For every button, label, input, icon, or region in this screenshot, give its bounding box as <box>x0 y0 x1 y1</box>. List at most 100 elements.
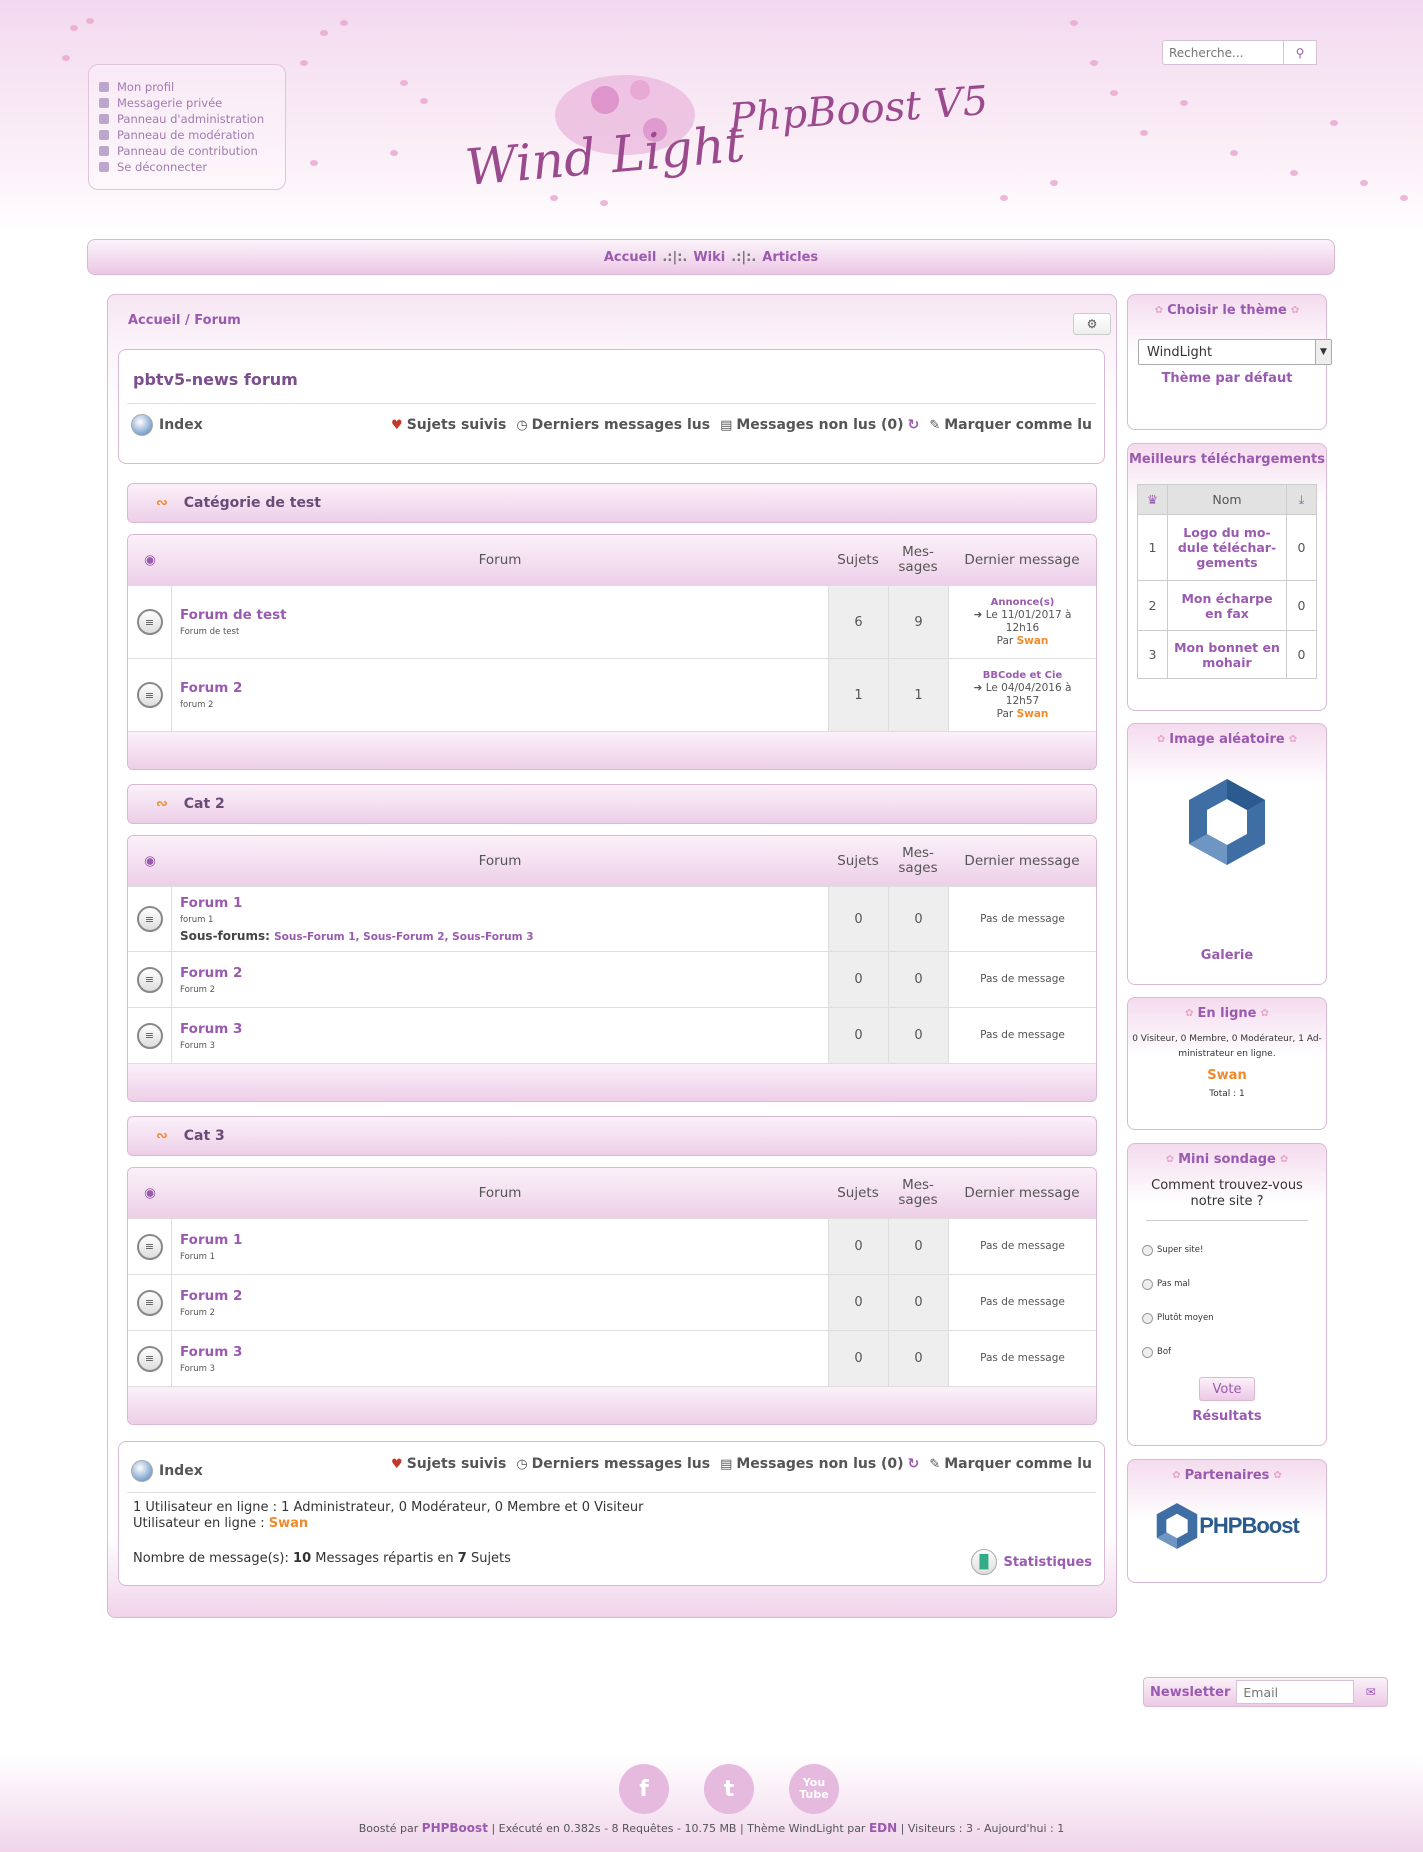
last-message: BBCode et Cie ➜ Le 04/04/2016 à 12h57 Pa… <box>948 659 1096 731</box>
user-menu-messages[interactable]: Messagerie privée <box>99 95 285 111</box>
main-nav: Accueil .:|:. Wiki .:|:. Articles <box>87 239 1335 275</box>
nav-item-articles[interactable]: Articles <box>762 250 818 265</box>
newsletter-submit-button[interactable]: ✉ <box>1354 1680 1387 1704</box>
forum-link[interactable]: Forum 3 <box>180 1021 820 1037</box>
envelope-icon: ✉ <box>1365 1685 1376 1699</box>
twitter-icon[interactable]: t <box>704 1764 754 1814</box>
forum-icon: ≡ <box>136 1345 163 1372</box>
trophy-icon: ♛ <box>1137 484 1168 515</box>
forum-table: ◉ Forum Sujets Mes-sages Dernier message… <box>127 1167 1097 1425</box>
edn-link[interactable]: EDN <box>869 1821 897 1835</box>
index-link[interactable]: Index <box>131 1460 203 1482</box>
forum-link[interactable]: Forum 2 <box>180 680 820 696</box>
mark-read-link[interactable]: ✎ Marquer comme lu <box>929 1456 1092 1472</box>
theme-select[interactable]: WindLight ▼ <box>1138 339 1332 365</box>
refresh-icon[interactable]: ↻ <box>908 1456 920 1472</box>
arrow-right-icon[interactable]: ➜ <box>974 609 983 621</box>
facebook-icon[interactable]: f <box>619 1764 669 1814</box>
arrow-right-icon[interactable]: ➜ <box>974 682 983 694</box>
mark-read-link[interactable]: ✎ Marquer comme lu <box>929 417 1092 433</box>
download-link[interactable]: Mon écharpe en fax <box>1167 580 1287 631</box>
forum-link[interactable]: Forum 3 <box>180 1344 820 1360</box>
rss-icon[interactable]: ∾ <box>156 796 168 812</box>
search-button[interactable]: ⚲ <box>1284 40 1317 65</box>
last-topic-link[interactable]: Annonce(s) <box>991 596 1055 609</box>
forum-table: ◉ Forum Sujets Mes-sages Dernier message… <box>127 534 1097 770</box>
last-read-link[interactable]: ◷ Derniers messages lus <box>516 1456 710 1472</box>
globe-icon <box>131 1460 153 1482</box>
forum-link[interactable]: Forum 2 <box>180 1288 820 1304</box>
poll-option[interactable]: Bof <box>1142 1335 1326 1369</box>
gavel-icon <box>99 130 109 140</box>
rss-icon[interactable]: ∾ <box>156 1128 168 1144</box>
vote-button[interactable]: Vote <box>1199 1377 1255 1401</box>
table-row: ≡ Forum 3 Forum 3 0 0 Pas de message <box>128 1330 1096 1386</box>
wrench-icon <box>99 114 109 124</box>
forum-actions: ♥ Sujets suivis ◷ Derniers messages lus ▤ M… <box>381 417 1092 433</box>
user-menu-logout[interactable]: Se déconnecter <box>99 159 285 175</box>
online-user-link[interactable]: Swan <box>1128 1068 1326 1083</box>
forum-icon: ≡ <box>136 609 163 635</box>
flower-icon: ✿ <box>1156 733 1166 745</box>
newsletter-email-input[interactable] <box>1236 1680 1355 1704</box>
chevron-down-icon: ▼ <box>1315 340 1331 364</box>
radio-button <box>1142 1278 1153 1290</box>
download-link[interactable]: Mon bonnet en mohair <box>1167 630 1287 679</box>
random-image-thumbnail[interactable] <box>1186 777 1268 867</box>
refresh-icon[interactable]: ↻ <box>908 417 920 433</box>
user-menu-moderation[interactable]: Panneau de modération <box>99 127 285 143</box>
phpboost-link[interactable]: PHPBoost <box>422 1821 488 1835</box>
nav-item-home[interactable]: Accueil <box>604 250 656 265</box>
last-read-link[interactable]: ◷ Derniers messages lus <box>516 417 710 433</box>
gallery-link[interactable]: Galerie <box>1201 948 1253 963</box>
breadcrumb-home[interactable]: Accueil <box>128 313 180 328</box>
default-theme-link[interactable]: Thème par défaut <box>1162 371 1293 386</box>
followed-topics-link[interactable]: ♥ Sujets suivis <box>391 1456 506 1472</box>
breadcrumb-forum[interactable]: Forum <box>194 313 241 328</box>
user-menu-profile[interactable]: Mon profil <box>99 79 285 95</box>
settings-button[interactable]: ⚙ <box>1073 313 1111 335</box>
index-link[interactable]: Index <box>131 414 203 436</box>
eraser-icon: ✎ <box>929 417 941 433</box>
logo-line1: Wind Light <box>465 115 748 197</box>
forum-link[interactable]: Forum 1 <box>180 895 820 911</box>
flower-icon: ✿ <box>1185 1007 1194 1019</box>
poll-option[interactable]: Pas mal <box>1142 1267 1326 1301</box>
forum-link[interactable]: Forum 2 <box>180 965 820 981</box>
statistics-link[interactable]: ▉ Statistiques <box>971 1549 1092 1575</box>
forum-icon: ≡ <box>136 906 163 932</box>
user-menu-admin[interactable]: Panneau d'administration <box>99 111 285 127</box>
poll-option[interactable]: Plutôt moyen <box>1142 1301 1326 1335</box>
author-link[interactable]: Swan <box>1017 708 1049 720</box>
author-link[interactable]: Swan <box>1017 635 1049 647</box>
site-logo[interactable]: Wind Light PhpBoost V5 <box>465 60 1045 210</box>
unread-link[interactable]: ▤ Messages non lus (0) ↻ <box>720 1456 919 1472</box>
top-downloads: Meilleurs téléchargements ♛ Nom ⤓ 1 Logo… <box>1127 443 1327 711</box>
download-link[interactable]: Logo du mo-dule téléchar-gements <box>1167 514 1287 581</box>
user-menu-contribution[interactable]: Panneau de contribution <box>99 143 285 159</box>
category-header[interactable]: ∾ Cat 3 <box>127 1116 1097 1156</box>
poll-option[interactable]: Super site! <box>1142 1233 1326 1267</box>
flower-icon: ✿ <box>1273 1469 1282 1481</box>
online-user-link[interactable]: Swan <box>269 1516 308 1531</box>
phpboost-logo-icon <box>1156 1503 1198 1549</box>
category-header[interactable]: ∾ Cat 2 <box>127 784 1097 824</box>
unread-link[interactable]: ▤ Messages non lus (0) ↻ <box>720 417 919 433</box>
partner-logo[interactable]: PHPBoost <box>1128 1502 1326 1550</box>
table-row: ≡ Forum 1 Forum 1 0 0 Pas de message <box>128 1218 1096 1274</box>
nav-item-wiki[interactable]: Wiki <box>693 250 725 265</box>
rss-icon[interactable]: ∾ <box>156 495 168 511</box>
table-footer <box>128 731 1096 769</box>
search-input[interactable] <box>1162 40 1284 65</box>
last-topic-link[interactable]: BBCode et Cie <box>983 669 1062 682</box>
subforums-links[interactable]: Sous-Forum 1, Sous-Forum 2, Sous-Forum 3 <box>274 931 533 943</box>
youtube-icon[interactable]: You Tube <box>789 1764 839 1814</box>
category-header[interactable]: ∾ Catégorie de test <box>127 483 1097 523</box>
heart-icon: ♥ <box>391 1456 403 1472</box>
forum-link[interactable]: Forum 1 <box>180 1232 820 1248</box>
followed-topics-link[interactable]: ♥ Sujets suivis <box>391 417 506 433</box>
poll-results-link[interactable]: Résultats <box>1192 1409 1261 1424</box>
downloads-table: ♛ Nom ⤓ 1 Logo du mo-dule téléchar-gemen… <box>1137 484 1317 679</box>
clock-icon: ◷ <box>516 417 528 433</box>
forum-link[interactable]: Forum de test <box>180 607 820 623</box>
